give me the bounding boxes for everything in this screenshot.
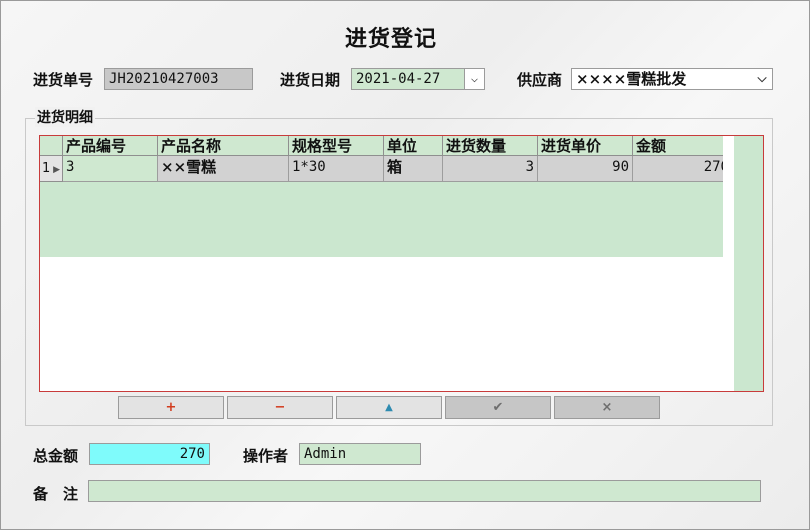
- remark-label: 备 注: [33, 485, 79, 503]
- delete-button[interactable]: −: [227, 396, 333, 419]
- col-header-qty[interactable]: 进货数量: [443, 136, 538, 156]
- chevron-down-icon[interactable]: ⌵: [464, 69, 484, 89]
- row-indicator[interactable]: 1 ▶: [40, 156, 63, 182]
- total-field[interactable]: 270: [89, 443, 210, 465]
- table-cell-code[interactable]: 3: [63, 156, 158, 182]
- cancel-button[interactable]: ×: [554, 396, 660, 419]
- col-header-amount[interactable]: 金额: [633, 136, 723, 156]
- post-button[interactable]: ✔: [445, 396, 551, 419]
- chevron-down-icon[interactable]: ⌵: [752, 69, 772, 89]
- detail-group-label: 进货明细: [35, 107, 95, 127]
- supplier-label: 供应商: [517, 71, 563, 89]
- grid-corner: [40, 136, 63, 156]
- col-header-spec[interactable]: 规格型号: [289, 136, 384, 156]
- table-cell-unit[interactable]: 箱: [384, 156, 443, 182]
- table-cell-spec[interactable]: 1*30: [289, 156, 384, 182]
- table-cell-name[interactable]: ××雪糕: [158, 156, 289, 182]
- col-header-name[interactable]: 产品名称: [158, 136, 289, 156]
- table-cell-qty[interactable]: 3: [443, 156, 538, 182]
- page-title: 进货登记: [344, 26, 437, 52]
- order-no-label: 进货单号: [33, 71, 94, 89]
- order-no-field[interactable]: JH20210427003: [104, 68, 253, 90]
- col-header-code[interactable]: 产品编号: [63, 136, 158, 156]
- insert-button[interactable]: +: [118, 396, 224, 419]
- amount-value: 270: [703, 159, 723, 175]
- grid-gap: [723, 136, 734, 391]
- col-header-unit[interactable]: 单位: [384, 136, 443, 156]
- main-window: 进货登记 进货单号 JH20210427003 进货日期 2021-04-27 …: [0, 0, 810, 530]
- operator-field[interactable]: Admin: [299, 443, 421, 465]
- date-picker[interactable]: 2021-04-27 ⌵: [351, 68, 485, 90]
- date-label: 进货日期: [280, 71, 341, 89]
- supplier-value: ××××雪糕批发: [576, 70, 687, 88]
- current-row-arrow-icon: ▶: [50, 165, 61, 175]
- date-value: 2021-04-27: [356, 71, 441, 87]
- remark-field[interactable]: [88, 480, 761, 502]
- table-cell-price[interactable]: 90: [538, 156, 633, 182]
- grid-right-panel: [734, 136, 763, 391]
- operator-label: 操作者: [243, 447, 289, 465]
- supplier-select[interactable]: ××××雪糕批发 ⌵: [571, 68, 773, 90]
- col-header-price[interactable]: 进货单价: [538, 136, 633, 156]
- total-label: 总金额: [33, 447, 79, 465]
- detail-grid[interactable]: 产品编号 产品名称 规格型号 单位 进货数量 进货单价 金额 1 ▶ 3 ××雪…: [39, 135, 764, 392]
- table-cell-amount[interactable]: 270: [633, 156, 723, 182]
- edit-button[interactable]: ▲: [336, 396, 442, 419]
